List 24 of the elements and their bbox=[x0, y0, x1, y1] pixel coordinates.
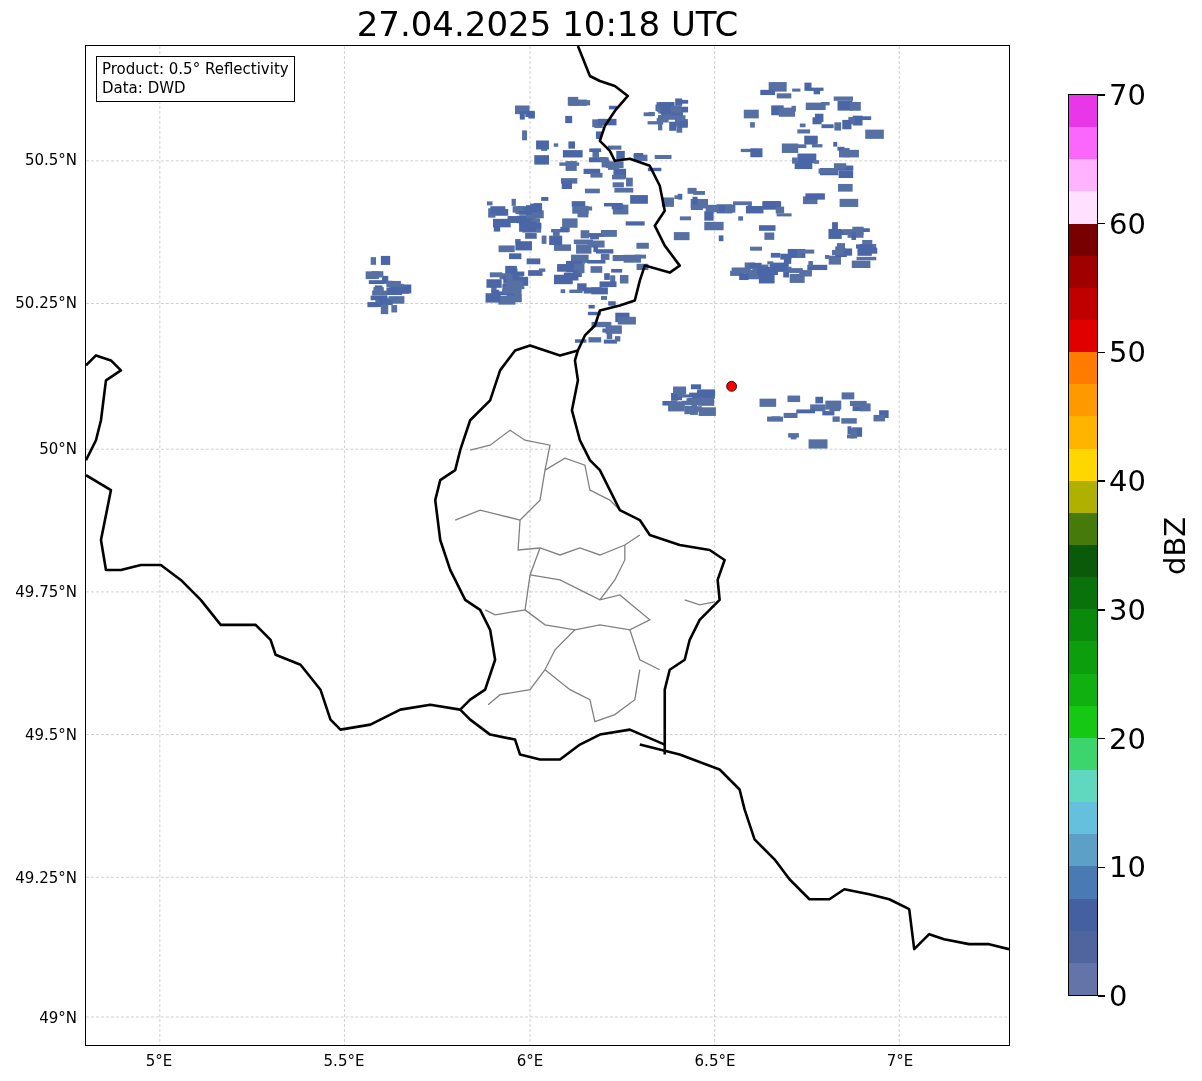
colorbar-tick-label: 40 bbox=[1098, 464, 1146, 499]
colorbar-label: dBZ bbox=[1158, 516, 1192, 575]
colorbar-tick-label: 10 bbox=[1098, 850, 1146, 885]
longitude-label: 6°E bbox=[516, 1052, 544, 1070]
colorbar-tick-label: 50 bbox=[1098, 335, 1146, 370]
latitude-label: 49.75°N bbox=[15, 583, 77, 601]
latitude-label: 50.5°N bbox=[24, 151, 77, 169]
colorbar-tick-label: 70 bbox=[1098, 78, 1146, 112]
latitude-label: 49.25°N bbox=[15, 869, 77, 887]
latitude-label: 50.25°N bbox=[15, 294, 77, 312]
latitude-label: 49°N bbox=[39, 1009, 77, 1027]
colorbar-tick-label: 30 bbox=[1098, 592, 1146, 627]
colorbar-tick-label: 0 bbox=[1098, 979, 1128, 1013]
colorbar-tick-label: 60 bbox=[1098, 206, 1146, 241]
longitude-label: 5°E bbox=[145, 1052, 173, 1070]
latitude-label: 49.5°N bbox=[24, 726, 77, 744]
latitude-label: 50°N bbox=[39, 440, 77, 458]
chart-title: 27.04.2025 10:18 UTC bbox=[356, 4, 739, 45]
info-text: Data: DWD bbox=[102, 79, 187, 98]
longitude-label: 5.5°E bbox=[323, 1052, 365, 1070]
colorbar-tick-label: 20 bbox=[1098, 721, 1146, 756]
info-text: Product: 0.5° Reflectivity bbox=[102, 60, 289, 79]
longitude-label: 6.5°E bbox=[694, 1052, 736, 1070]
longitude-label: 7°E bbox=[886, 1052, 914, 1070]
